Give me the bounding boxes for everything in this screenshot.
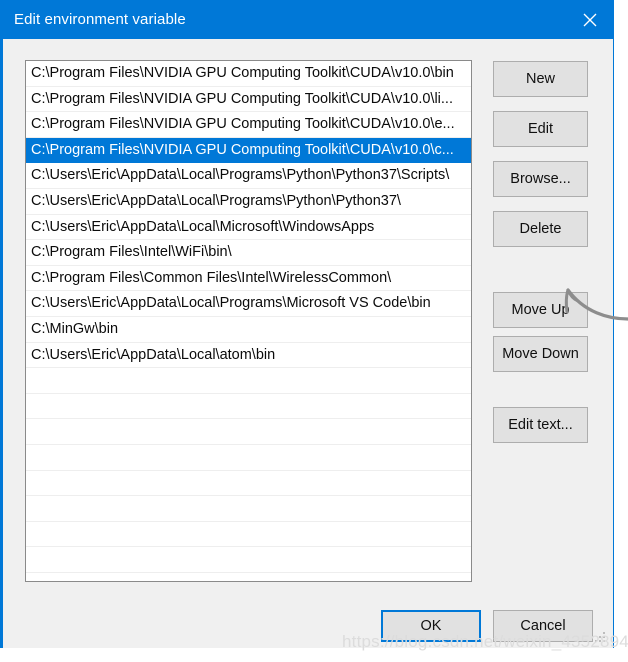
close-icon <box>583 13 597 27</box>
new-button[interactable]: New <box>493 61 588 97</box>
path-list-item[interactable]: C:\Users\Eric\AppData\Local\atom\bin <box>26 343 471 369</box>
dialog-client-area: C:\Program Files\NVIDIA GPU Computing To… <box>3 39 613 648</box>
path-list-empty-row[interactable] <box>26 445 471 471</box>
path-list-item[interactable]: C:\Program Files\NVIDIA GPU Computing To… <box>26 137 471 164</box>
path-list-item[interactable]: C:\Program Files\Intel\WiFi\bin\ <box>26 240 471 266</box>
path-listbox[interactable]: C:\Program Files\NVIDIA GPU Computing To… <box>25 60 472 582</box>
path-list-item[interactable]: C:\Users\Eric\AppData\Local\Microsoft\Wi… <box>26 215 471 241</box>
path-list-item[interactable]: C:\Users\Eric\AppData\Local\Programs\Pyt… <box>26 189 471 215</box>
move-down-button[interactable]: Move Down <box>493 336 588 372</box>
browse-button[interactable]: Browse... <box>493 161 588 197</box>
path-list-item[interactable]: C:\Program Files\NVIDIA GPU Computing To… <box>26 87 471 113</box>
close-button[interactable] <box>567 0 613 39</box>
edit-environment-variable-dialog: Edit environment variable C:\Program Fil… <box>0 0 614 648</box>
path-list-empty-row[interactable] <box>26 496 471 522</box>
path-list-empty-row[interactable] <box>26 368 471 394</box>
path-list-item[interactable]: C:\Users\Eric\AppData\Local\Programs\Pyt… <box>26 163 471 189</box>
watermark: https://blog.csdn.net/weixin_43528943 <box>342 632 628 651</box>
titlebar: Edit environment variable <box>3 0 613 39</box>
path-list-empty-row[interactable] <box>26 419 471 445</box>
move-up-button[interactable]: Move Up <box>493 292 588 328</box>
edit-text-button[interactable]: Edit text... <box>493 407 588 443</box>
window-title: Edit environment variable <box>14 11 186 28</box>
path-list-empty-row[interactable] <box>26 471 471 497</box>
path-list-item[interactable]: C:\Program Files\Common Files\Intel\Wire… <box>26 266 471 292</box>
path-list-empty-row[interactable] <box>26 547 471 573</box>
path-list-item[interactable]: C:\Program Files\NVIDIA GPU Computing To… <box>26 61 471 87</box>
path-list-item[interactable]: C:\MinGw\bin <box>26 317 471 343</box>
path-list-empty-row[interactable] <box>26 522 471 548</box>
path-list-item[interactable]: C:\Users\Eric\AppData\Local\Programs\Mic… <box>26 291 471 317</box>
path-list-item[interactable]: C:\Program Files\NVIDIA GPU Computing To… <box>26 112 471 138</box>
screenshot-root: Edit environment variable C:\Program Fil… <box>0 0 628 662</box>
path-list-empty-row[interactable] <box>26 394 471 420</box>
delete-button[interactable]: Delete <box>493 211 588 247</box>
edit-button[interactable]: Edit <box>493 111 588 147</box>
